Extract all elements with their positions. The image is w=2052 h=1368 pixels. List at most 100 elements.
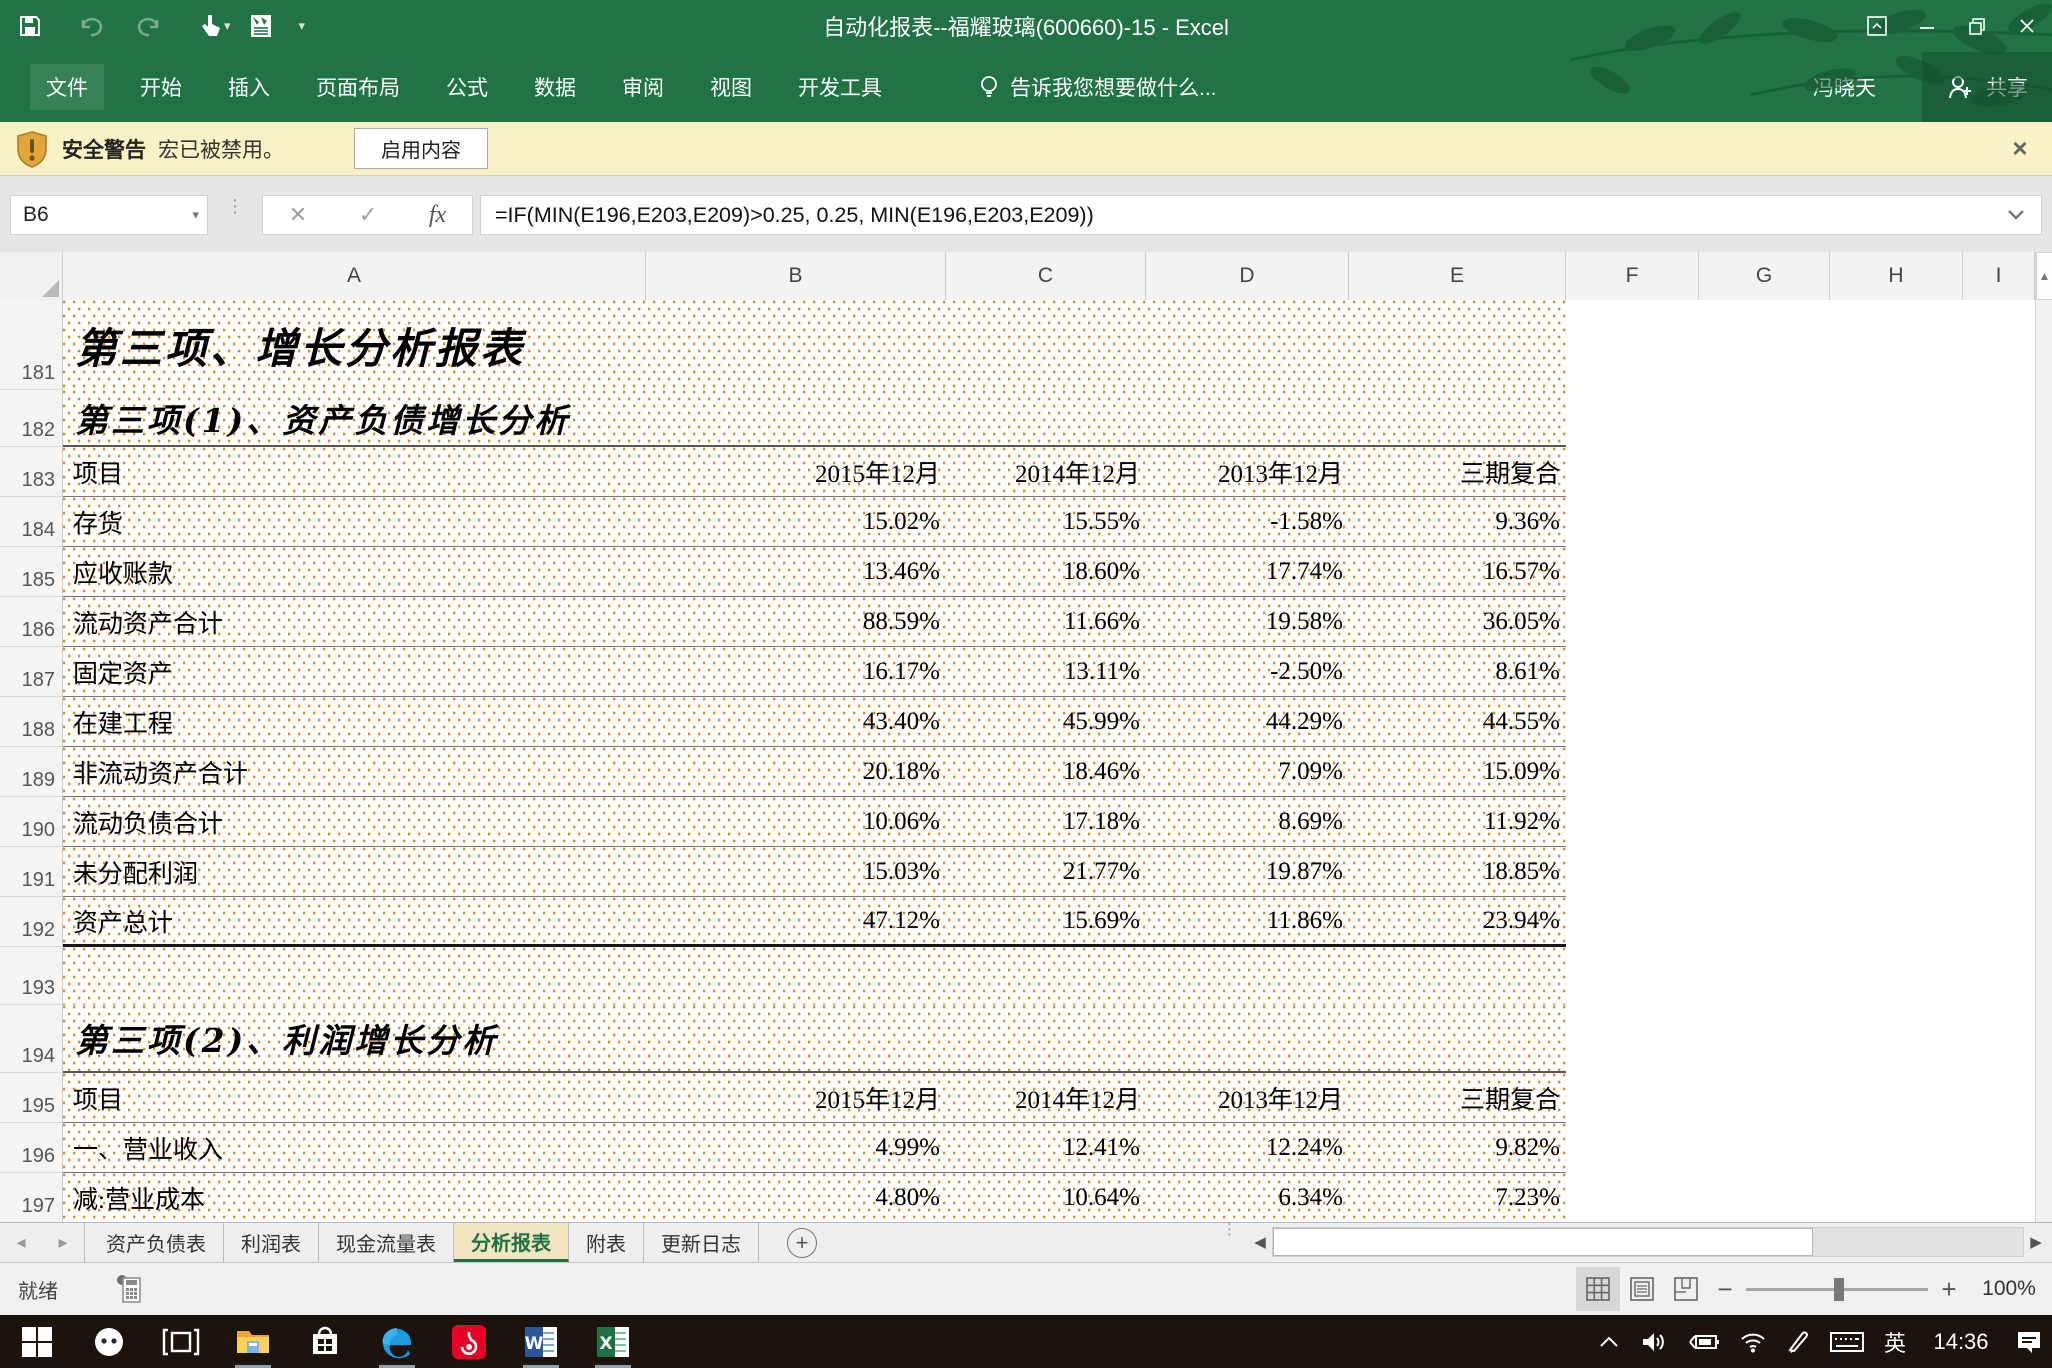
store-taskbar-icon[interactable] bbox=[302, 1315, 348, 1368]
normal-view-button[interactable] bbox=[1576, 1267, 1620, 1311]
sheet-tab-现金流量表[interactable]: 现金流量表 bbox=[319, 1223, 454, 1262]
value-cell[interactable]: 2013年12月 bbox=[1146, 1073, 1349, 1122]
task-view-taskbar-icon[interactable] bbox=[158, 1315, 204, 1368]
item-label-cell[interactable]: 在建工程 bbox=[63, 697, 646, 746]
item-label-cell[interactable]: 一、营业收入 bbox=[63, 1123, 646, 1172]
value-cell[interactable]: 4.80% bbox=[646, 1173, 946, 1222]
cortana-taskbar-icon[interactable] bbox=[86, 1315, 132, 1368]
row-content[interactable]: 项目2015年12月2014年12月2013年12月三期复合 bbox=[63, 447, 1566, 497]
edge-taskbar-icon[interactable] bbox=[374, 1315, 420, 1368]
row-header-190[interactable]: 190 bbox=[0, 797, 63, 847]
ribbon-tab-数据[interactable]: 数据 bbox=[532, 66, 578, 108]
value-cell[interactable]: 13.11% bbox=[946, 647, 1146, 696]
column-header-A[interactable]: A bbox=[63, 252, 646, 300]
pen-icon[interactable] bbox=[1786, 1330, 1810, 1354]
row-header-189[interactable]: 189 bbox=[0, 747, 63, 797]
value-cell[interactable]: 2014年12月 bbox=[946, 447, 1146, 496]
empty-cells[interactable] bbox=[1566, 897, 2035, 947]
netease-music-taskbar-icon[interactable] bbox=[446, 1315, 492, 1368]
value-cell[interactable]: 18.46% bbox=[946, 747, 1146, 796]
column-header-F[interactable]: F bbox=[1566, 252, 1699, 300]
value-cell[interactable]: 17.18% bbox=[946, 797, 1146, 846]
row-content[interactable]: 存货15.02%15.55%-1.58%9.36% bbox=[63, 497, 1566, 547]
column-header-B[interactable]: B bbox=[646, 252, 946, 300]
horizontal-scroll-track[interactable] bbox=[1272, 1227, 2024, 1257]
action-center-icon[interactable] bbox=[2016, 1329, 2042, 1355]
show-hidden-icons[interactable] bbox=[1598, 1334, 1620, 1350]
value-cell[interactable]: 9.82% bbox=[1349, 1123, 1566, 1172]
empty-cells[interactable] bbox=[1566, 747, 2035, 797]
value-cell[interactable]: 16.57% bbox=[1349, 547, 1566, 596]
value-cell[interactable]: 7.23% bbox=[1349, 1173, 1566, 1222]
wifi-icon[interactable] bbox=[1740, 1331, 1766, 1353]
empty-cells[interactable] bbox=[1566, 390, 2035, 447]
item-label-cell[interactable]: 未分配利润 bbox=[63, 847, 646, 896]
empty-cells[interactable] bbox=[1566, 547, 2035, 597]
value-cell[interactable]: -2.50% bbox=[1146, 647, 1349, 696]
value-cell[interactable]: 15.09% bbox=[1349, 747, 1566, 796]
sheet-nav-prev-icon[interactable]: ◂ bbox=[0, 1223, 42, 1262]
sheet-tab-利润表[interactable]: 利润表 bbox=[224, 1223, 319, 1262]
empty-cells[interactable] bbox=[1566, 1123, 2035, 1173]
value-cell[interactable]: -1.58% bbox=[1146, 497, 1349, 546]
empty-cells[interactable] bbox=[1566, 947, 2035, 1005]
file-explorer-taskbar-icon[interactable] bbox=[230, 1315, 276, 1368]
qat-customize-caret[interactable]: ▾ bbox=[299, 18, 306, 34]
row-header-182[interactable]: 182 bbox=[0, 390, 63, 447]
volume-icon[interactable] bbox=[1640, 1330, 1668, 1354]
value-cell[interactable]: 2014年12月 bbox=[946, 1073, 1146, 1122]
value-cell[interactable]: 2013年12月 bbox=[1146, 447, 1349, 496]
row-header-195[interactable]: 195 bbox=[0, 1073, 63, 1123]
row-header-185[interactable]: 185 bbox=[0, 547, 63, 597]
value-cell[interactable]: 23.94% bbox=[1349, 897, 1566, 944]
column-header-I[interactable]: I bbox=[1963, 252, 2035, 300]
input-method-indicator[interactable]: 英 bbox=[1884, 1326, 1906, 1358]
value-cell[interactable]: 2015年12月 bbox=[646, 447, 946, 496]
empty-cells[interactable] bbox=[1566, 797, 2035, 847]
taskbar-clock[interactable]: 14:36 bbox=[1926, 1329, 1996, 1355]
row-content[interactable]: 应收账款13.46%18.60%17.74%16.57% bbox=[63, 547, 1566, 597]
value-cell[interactable]: 8.61% bbox=[1349, 647, 1566, 696]
value-cell[interactable]: 12.24% bbox=[1146, 1123, 1349, 1172]
formula-input[interactable]: =IF(MIN(E196,E203,E209)>0.25, 0.25, MIN(… bbox=[480, 195, 2042, 235]
name-box-caret-icon[interactable]: ▾ bbox=[192, 207, 199, 223]
new-sheet-button[interactable]: + bbox=[787, 1228, 817, 1258]
value-cell[interactable]: 9.36% bbox=[1349, 497, 1566, 546]
value-cell[interactable]: 15.03% bbox=[646, 847, 946, 896]
scroll-up-icon[interactable]: ▲ bbox=[2036, 252, 2052, 300]
sheet-tab-更新日志[interactable]: 更新日志 bbox=[644, 1223, 759, 1262]
save-button[interactable] bbox=[0, 0, 60, 52]
expand-formula-bar-icon[interactable] bbox=[2007, 209, 2025, 221]
row-header-191[interactable]: 191 bbox=[0, 847, 63, 897]
empty-cells[interactable] bbox=[1566, 1073, 2035, 1123]
ribbon-tab-开始[interactable]: 开始 bbox=[138, 66, 184, 108]
word-taskbar-icon[interactable]: W bbox=[518, 1315, 564, 1368]
item-label-cell[interactable]: 减:营业成本 bbox=[63, 1173, 646, 1222]
value-cell[interactable]: 21.77% bbox=[946, 847, 1146, 896]
value-cell[interactable]: 47.12% bbox=[646, 897, 946, 944]
item-label-cell[interactable]: 项目 bbox=[63, 447, 646, 496]
value-cell[interactable]: 6.34% bbox=[1146, 1173, 1349, 1222]
value-cell[interactable]: 43.40% bbox=[646, 697, 946, 746]
column-header-H[interactable]: H bbox=[1830, 252, 1963, 300]
value-cell[interactable]: 12.41% bbox=[946, 1123, 1146, 1172]
page-break-preview-button[interactable] bbox=[1664, 1267, 1708, 1311]
value-cell[interactable]: 三期复合 bbox=[1349, 1073, 1566, 1122]
enter-icon[interactable]: ✓ bbox=[359, 202, 377, 228]
row-content[interactable]: 固定资产16.17%13.11%-2.50%8.61% bbox=[63, 647, 1566, 697]
row-content[interactable]: 未分配利润15.03%21.77%19.87%18.85% bbox=[63, 847, 1566, 897]
value-cell[interactable]: 17.74% bbox=[1146, 547, 1349, 596]
column-header-G[interactable]: G bbox=[1699, 252, 1830, 300]
row-header-197[interactable]: 197 bbox=[0, 1173, 63, 1222]
cancel-icon[interactable]: ✕ bbox=[289, 202, 307, 228]
row-header-186[interactable]: 186 bbox=[0, 597, 63, 647]
ribbon-tab-视图[interactable]: 视图 bbox=[708, 66, 754, 108]
undo-button[interactable] bbox=[60, 0, 120, 52]
row-content[interactable]: 第三项(2)、利润增长分析 bbox=[63, 1005, 1566, 1073]
value-cell[interactable]: 15.69% bbox=[946, 897, 1146, 944]
row-header-196[interactable]: 196 bbox=[0, 1123, 63, 1173]
row-content[interactable]: 第三项(1)、资产负债增长分析 bbox=[63, 390, 1566, 447]
row-content[interactable]: 减:营业成本4.80%10.64%6.34%7.23% bbox=[63, 1173, 1566, 1222]
empty-cells[interactable] bbox=[1566, 697, 2035, 747]
value-cell[interactable]: 10.06% bbox=[646, 797, 946, 846]
